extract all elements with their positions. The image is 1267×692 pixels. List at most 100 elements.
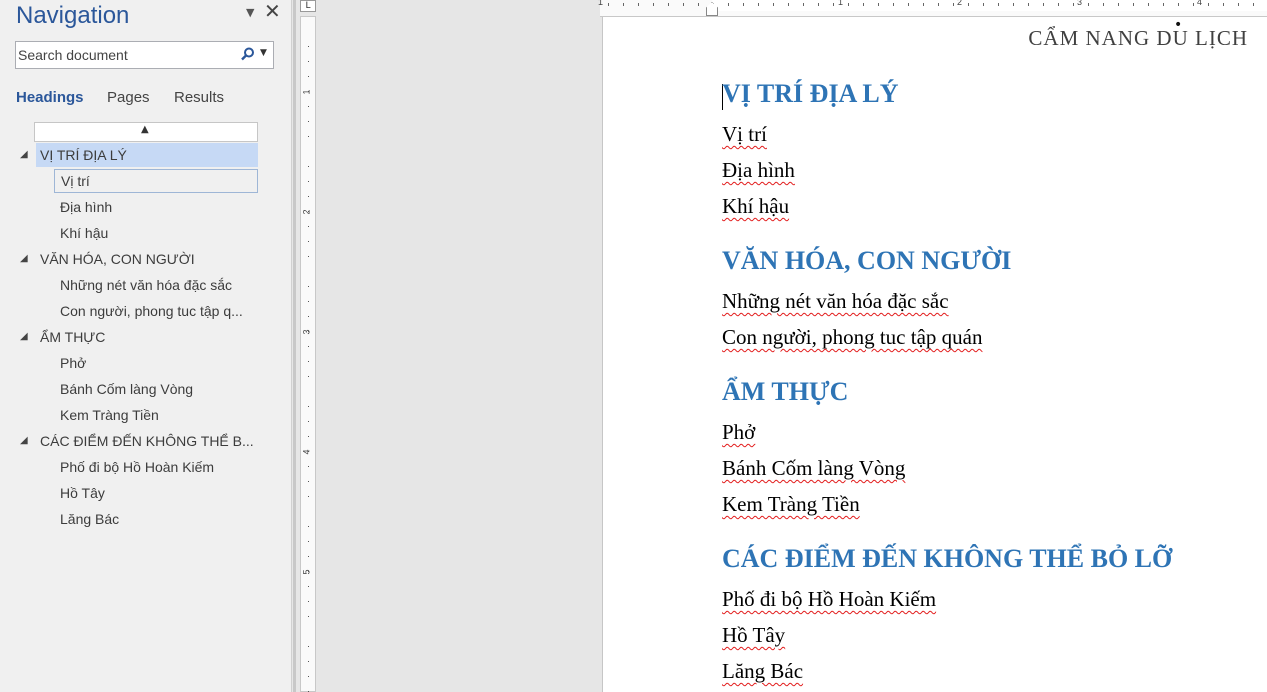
doc-heading[interactable]: VỊ TRÍ ĐỊA LÝ [722, 79, 899, 109]
search-input[interactable] [18, 45, 233, 65]
ruler-tick [1058, 3, 1059, 6]
tree-heading-vi-tri-dia-ly[interactable]: VỊ TRÍ ĐỊA LÝ [36, 143, 258, 167]
ruler-tick [308, 466, 309, 467]
tree-item-ho-tay[interactable]: Hồ Tây [54, 481, 258, 505]
ruler-tick [308, 346, 309, 347]
ruler-tick [653, 3, 654, 6]
ruler-number: 4 [301, 449, 312, 455]
ruler-tick [1118, 3, 1119, 6]
ruler-tick [1238, 3, 1239, 6]
ruler-number: 2 [957, 0, 963, 7]
tree-item-banh-com[interactable]: Bánh Cốm làng Vòng [54, 377, 258, 401]
doc-paragraph[interactable]: Những nét văn hóa đặc sắc [722, 289, 949, 314]
expand-toggle-icon[interactable]: ◢ [20, 143, 28, 167]
ruler-tick [308, 256, 309, 257]
ruler-tick [308, 286, 309, 287]
tree-item-kem-trang-tien[interactable]: Kem Tràng Tiền [54, 403, 258, 427]
ruler-tick [668, 3, 669, 6]
document-page[interactable]: • CẨM NANG DU LỊCH VỊ TRÍ ĐỊA LÝ Vị trí … [602, 17, 1267, 692]
doc-paragraph[interactable]: Kem Tràng Tiền [722, 492, 860, 517]
ruler-tick [1103, 3, 1104, 6]
tree-item-lang-bac[interactable]: Lăng Bác [54, 507, 258, 531]
ruler-tick [608, 3, 609, 6]
ruler-tick [1013, 3, 1014, 6]
tab-headings[interactable]: Headings [16, 89, 84, 106]
ruler-tick [863, 3, 864, 6]
close-icon[interactable]: ✕ [264, 0, 281, 23]
doc-heading[interactable]: VĂN HÓA, CON NGƯỜI [722, 246, 1011, 276]
ruler-tick [1178, 3, 1179, 6]
ruler-tick [998, 3, 999, 6]
tree-item-pho-di-bo[interactable]: Phố đi bộ Hồ Hoàn Kiếm [54, 455, 258, 479]
ruler-tick [308, 586, 309, 587]
doc-paragraph[interactable]: Phở [722, 420, 755, 445]
ruler-text-area [712, 0, 1267, 11]
horizontal-ruler: 1 1 2 3 4 [598, 0, 1267, 17]
expand-toggle-icon[interactable]: ◢ [20, 325, 28, 349]
ruler-tick [308, 361, 309, 362]
ruler-tick [308, 601, 309, 602]
doc-paragraph[interactable]: Bánh Cốm làng Vòng [722, 456, 905, 481]
chevron-down-icon[interactable]: ▼ [260, 48, 267, 58]
ruler-tick [308, 481, 309, 482]
ruler-number: 4 [1197, 0, 1203, 7]
pane-splitter[interactable] [293, 0, 296, 692]
ruler-tick [773, 3, 774, 6]
doc-paragraph[interactable]: Địa hình [722, 158, 795, 183]
tree-item-pho[interactable]: Phở [54, 351, 258, 375]
ruler-tick [308, 166, 309, 167]
ruler-tick [308, 241, 309, 242]
ruler-tick [683, 3, 684, 6]
ruler-tick [983, 3, 984, 6]
tab-pages[interactable]: Pages [107, 89, 150, 106]
ruler-tick [308, 406, 309, 407]
ruler-tick [953, 3, 954, 6]
ruler-tick [1223, 3, 1224, 6]
tab-selector[interactable]: L [300, 0, 316, 12]
expand-toggle-icon[interactable]: ◢ [20, 429, 28, 453]
ruler-tick [623, 3, 624, 6]
ruler-tick [758, 3, 759, 6]
tree-item-dia-hinh[interactable]: Địa hình [54, 195, 258, 219]
doc-paragraph[interactable]: Hồ Tây [722, 623, 785, 648]
navigation-pane: Navigation ▼ ✕ ▼ Headings Pages Results … [0, 0, 292, 692]
tree-heading-cac-diem-den[interactable]: CÁC ĐIỂM ĐẾN KHÔNG THỂ B... [36, 429, 258, 453]
ruler-tick [1148, 3, 1149, 6]
ruler-tick [308, 76, 309, 77]
ruler-tick [308, 661, 309, 662]
tree-heading-am-thuc[interactable]: ẨM THỰC [36, 325, 258, 349]
ruler-tick [308, 106, 309, 107]
tree-item-vi-tri[interactable]: Vị trí [54, 169, 258, 193]
doc-paragraph[interactable]: Khí hậu [722, 194, 789, 219]
tab-results[interactable]: Results [174, 89, 224, 106]
ruler-tick [308, 211, 309, 212]
ruler-tick [308, 46, 309, 47]
navigation-title: Navigation [16, 2, 130, 29]
doc-heading[interactable]: ẨM THỰC [722, 377, 848, 407]
ruler-tick [308, 316, 309, 317]
tree-heading-van-hoa[interactable]: VĂN HÓA, CON NGƯỜI [36, 247, 258, 271]
search-box[interactable]: ▼ [15, 41, 274, 69]
expand-toggle-icon[interactable]: ◢ [20, 247, 28, 271]
tree-item-nhung-net-van-hoa[interactable]: Những nét văn hóa đặc sắc [54, 273, 258, 297]
tree-item-con-nguoi[interactable]: Con người, phong tuc tập q... [54, 299, 258, 323]
tree-item-khi-hau[interactable]: Khí hậu [54, 221, 258, 245]
ruler-number: 1 [301, 89, 312, 95]
collapse-all-bar[interactable]: ▲ [34, 122, 258, 142]
ruler-tick [1208, 3, 1209, 6]
ruler-tick [308, 571, 309, 572]
doc-heading[interactable]: CÁC ĐIỂM ĐẾN KHÔNG THỂ BỎ LỠ [722, 544, 1172, 574]
ruler-tick [308, 616, 309, 617]
ruler-tick [308, 451, 309, 452]
pane-options-icon[interactable]: ▼ [246, 6, 254, 19]
search-icon[interactable] [241, 47, 255, 61]
ruler-tick [878, 3, 879, 6]
doc-paragraph[interactable]: Vị trí [722, 122, 767, 147]
ruler-number: 5 [301, 569, 312, 575]
ruler-tick [1028, 3, 1029, 6]
doc-paragraph[interactable]: Phố đi bộ Hồ Hoàn Kiếm [722, 587, 936, 612]
ruler-tick [1193, 3, 1194, 6]
doc-paragraph[interactable]: Lăng Bác [722, 659, 803, 684]
ruler-tick [308, 91, 309, 92]
doc-paragraph[interactable]: Con người, phong tuc tập quán [722, 325, 982, 350]
